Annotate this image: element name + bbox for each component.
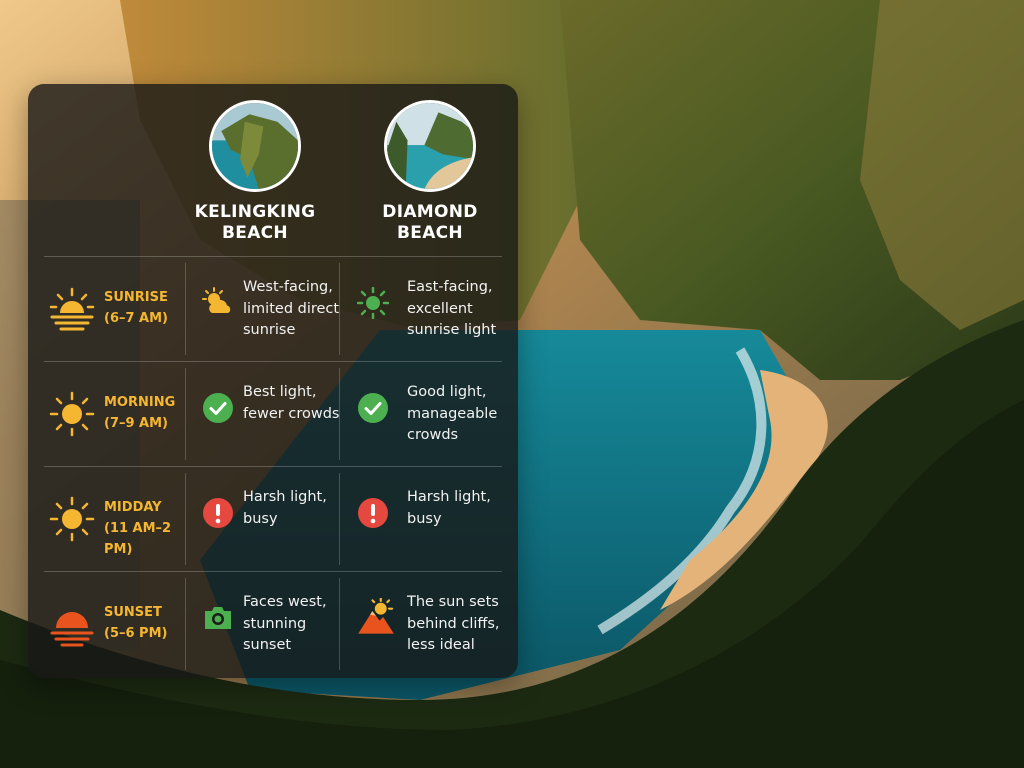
diamond-title: DIAMOND BEACH (382, 202, 478, 243)
sunset-icon (50, 612, 94, 647)
diamond-morning-text: Good light, manageable crowds (407, 384, 498, 443)
time-label: SUNRISE (6–7 AM) (104, 290, 168, 326)
sun-icon (49, 391, 95, 437)
kelingking-morning-text: Best light, fewer crowds (243, 384, 340, 422)
alert-icon (203, 498, 233, 528)
time-label: MORNING (7–9 AM) (104, 395, 176, 431)
check-icon (203, 393, 233, 423)
diamond-sunset-text: The sun sets behind cliffs, less ideal (407, 594, 500, 653)
kelingking-sunrise-text: West-facing, limited direct sunrise (243, 279, 340, 338)
kelingking-midday-text: Harsh light, busy (243, 489, 327, 527)
green-sun-icon (357, 287, 389, 319)
camera-icon (205, 607, 231, 629)
sun-behind-mountain-icon (358, 598, 394, 634)
row-morning: MORNING (7–9 AM) Best light, fewer crowds … (44, 361, 502, 466)
sunrise-icon (49, 287, 95, 331)
time-label: SUNSET (5–6 PM) (104, 605, 168, 641)
diamond-header: DIAMOND BEACH (350, 100, 510, 244)
row-midday: MIDDAY (11 AM–2 PM) Harsh light, busy Hars… (44, 466, 502, 571)
kelingking-thumbnail (209, 100, 301, 192)
beach-comparison-panel: KELINGKING BEACH DIAMOND BEACH SUNRISE (… (28, 84, 518, 678)
diamond-sunrise-text: East-facing, excellent sunrise light (407, 279, 497, 338)
kelingking-title: KELINGKING BEACH (194, 202, 316, 243)
check-icon (358, 393, 388, 423)
time-label: MIDDAY (11 AM–2 PM) (104, 500, 172, 557)
partly-cloudy-icon (202, 287, 231, 313)
alert-icon (358, 498, 388, 528)
diamond-midday-text: Harsh light, busy (407, 489, 491, 527)
comparison-table: SUNRISE (6–7 AM) West-facing, limited dire… (44, 256, 502, 676)
diamond-thumbnail (384, 100, 476, 192)
row-sunrise: SUNRISE (6–7 AM) West-facing, limited dire… (44, 256, 502, 361)
kelingking-header: KELINGKING BEACH (175, 100, 335, 244)
row-sunset: SUNSET (5–6 PM) Faces west, stunning sunset… (44, 571, 502, 676)
sun-icon (49, 496, 95, 542)
kelingking-sunset-text: Faces west, stunning sunset (243, 594, 327, 653)
